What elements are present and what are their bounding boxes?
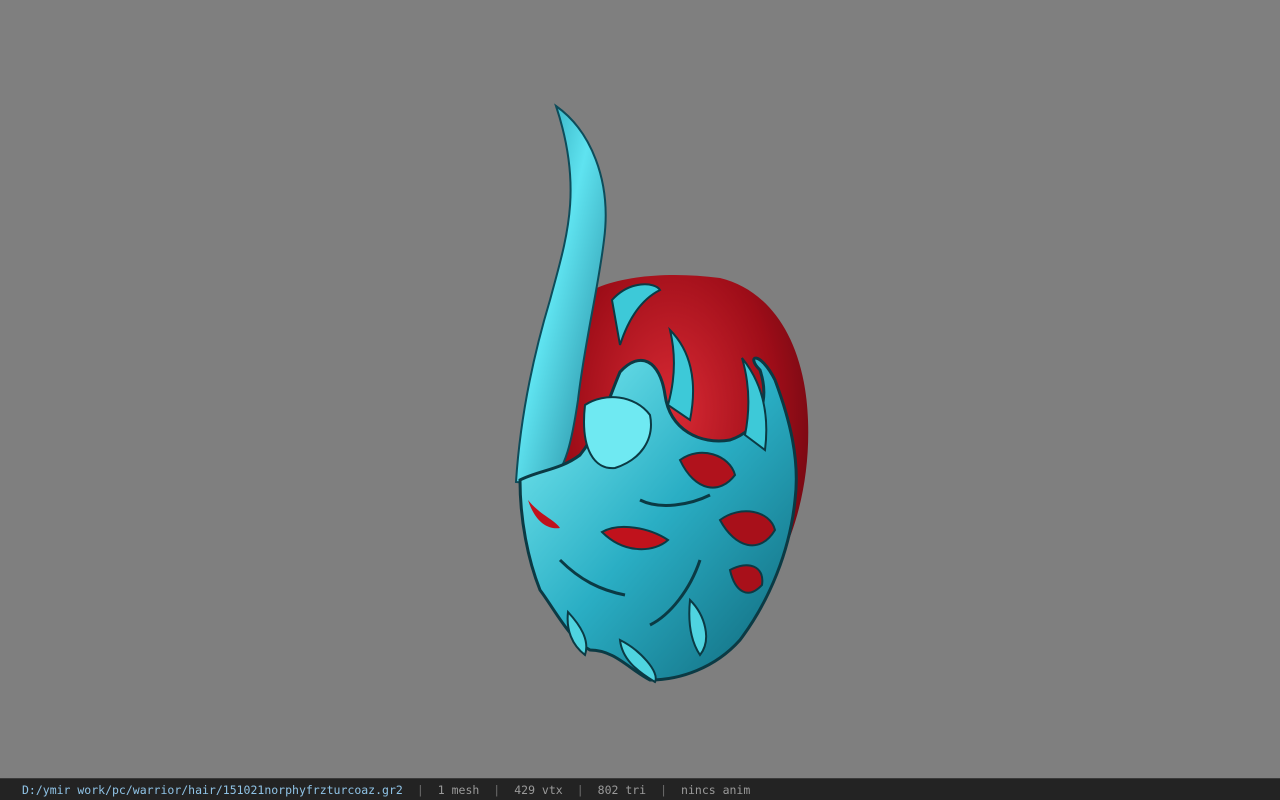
separator: | <box>660 782 668 797</box>
helmet-model[interactable] <box>0 0 1280 778</box>
vertex-count: 429 vtx <box>514 782 563 797</box>
file-path: D:/ymir work/pc/warrior/hair/151021norph… <box>22 782 403 797</box>
mesh-count: 1 mesh <box>437 782 480 797</box>
separator: | <box>416 782 424 797</box>
separator: | <box>493 782 501 797</box>
separator: | <box>576 782 584 797</box>
3d-viewport[interactable] <box>0 0 1280 778</box>
status-bar: D:/ymir work/pc/warrior/hair/151021norph… <box>0 778 1280 800</box>
animation-status: nincs anim <box>681 782 751 797</box>
triangle-count: 802 tri <box>597 782 647 797</box>
